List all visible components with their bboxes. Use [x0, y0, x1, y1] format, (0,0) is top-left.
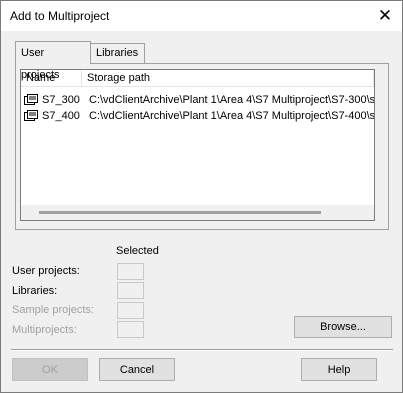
list-item-name: S7_300	[42, 94, 80, 106]
cancel-button[interactable]: Cancel	[99, 358, 175, 381]
close-icon: ✕	[377, 6, 393, 26]
sample-projects-label: Sample projects:	[12, 304, 94, 316]
multiprojects-count	[117, 321, 144, 338]
close-button[interactable]: ✕	[368, 1, 402, 31]
project-icon	[24, 94, 38, 105]
scrollbar-thumb[interactable]	[39, 211, 321, 214]
user-projects-label: User projects:	[12, 265, 80, 277]
libraries-count	[117, 282, 144, 299]
list-item-path: C:\vdClientArchive\Plant 1\Area 4\S7 Mul…	[89, 94, 375, 106]
sample-projects-count	[117, 302, 144, 319]
list-item[interactable]: S7_300 C:\vdClientArchive\Plant 1\Area 4…	[21, 92, 374, 108]
browse-button[interactable]: Browse...	[294, 316, 392, 338]
tab-libraries[interactable]: Libraries	[90, 43, 145, 63]
list-item[interactable]: S7_400 C:\vdClientArchive\Plant 1\Area 4…	[21, 108, 374, 124]
title-bar: Add to Multiproject ✕	[1, 1, 402, 31]
selected-header: Selected	[116, 245, 159, 257]
add-to-multiproject-dialog: Add to Multiproject ✕ User projects Libr…	[0, 0, 403, 393]
divider	[11, 349, 393, 351]
tab-user-projects[interactable]: User projects	[15, 41, 91, 81]
column-header-storage-path[interactable]: Storage path	[82, 70, 374, 86]
ok-button[interactable]: OK	[12, 358, 88, 381]
horizontal-scrollbar[interactable]	[21, 205, 374, 220]
projects-list[interactable]: Name Storage path S7_300 C:\vdClientArch…	[20, 69, 375, 221]
list-item-name: S7_400	[42, 110, 80, 122]
tab-panel: Name Storage path S7_300 C:\vdClientArch…	[15, 63, 389, 230]
project-icon	[24, 110, 38, 121]
list-header: Name Storage path	[21, 70, 374, 87]
user-projects-count	[117, 263, 144, 280]
list-item-path: C:\vdClientArchive\Plant 1\Area 4\S7 Mul…	[89, 110, 375, 122]
help-button[interactable]: Help	[301, 358, 377, 381]
window-title: Add to Multiproject	[10, 9, 110, 23]
libraries-label: Libraries:	[12, 285, 58, 297]
multiprojects-label: Multiprojects:	[12, 324, 77, 336]
